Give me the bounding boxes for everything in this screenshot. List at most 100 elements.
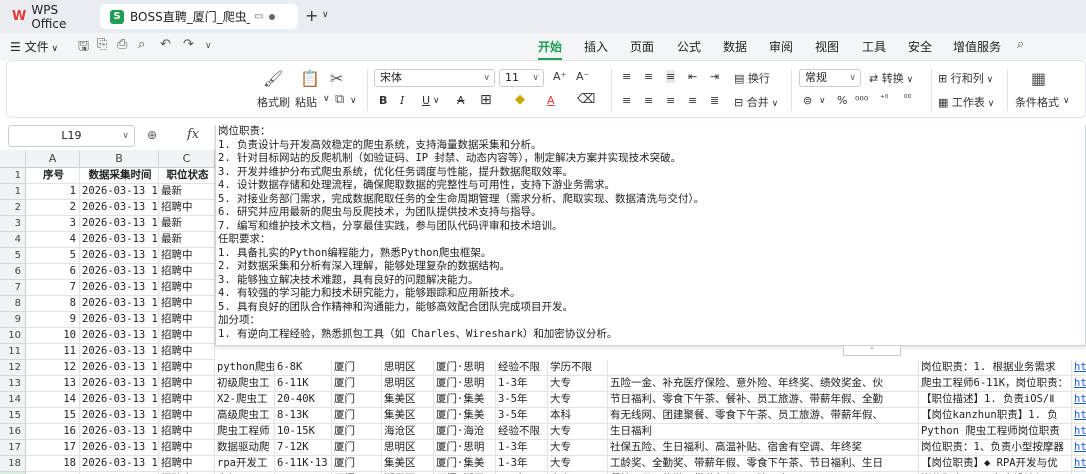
table-cell[interactable]: 招聘中 [159, 408, 215, 424]
tab-insert[interactable]: 插入 [584, 38, 608, 55]
table-cell[interactable]: python爬虫 [215, 360, 275, 376]
table-cell[interactable]: 大专 [548, 440, 608, 456]
row-header[interactable]: 16 [0, 424, 26, 440]
table-cell[interactable]: 【岗位kanzhun职责】1. 负 [919, 408, 1072, 424]
paste-icon[interactable]: 📋 [300, 69, 320, 88]
table-cell[interactable]: 3 [26, 216, 80, 232]
format-painter-icon[interactable]: 🖌 [263, 69, 283, 88]
formula-content-box[interactable]: 岗位职责： 1. 负责设计与开发高效稳定的爬虫系统，支持海量数据采集和分析。 2. … [215, 125, 1086, 346]
tab-page[interactable]: 页面 [630, 38, 654, 55]
table-cell[interactable]: 2026-03-13 1 [80, 440, 159, 456]
row-header[interactable]: 3 [0, 216, 26, 232]
table-cell[interactable]: 20-40K [275, 392, 332, 408]
table-cell[interactable]: 17 [26, 440, 80, 456]
table-cell[interactable]: 招聘中 [159, 248, 215, 264]
font-size-select[interactable]: 11 ∨ [499, 69, 544, 87]
table-cell[interactable]: 1-3年 [496, 440, 548, 456]
table-cell[interactable]: 厦门 [332, 440, 382, 456]
table-cell[interactable]: 大专 [548, 376, 608, 392]
fill-color-icon[interactable]: ◆ [515, 92, 525, 107]
file-menu[interactable]: ☰ 文件 ∨ [10, 38, 58, 55]
table-cell[interactable]: rpa开发工 [215, 456, 275, 472]
tab-home[interactable]: 开始 [538, 38, 563, 60]
table-cell[interactable]: 招聘中 [159, 312, 215, 328]
table-cell[interactable]: 招聘中 [159, 296, 215, 312]
chevron-down-icon[interactable]: ∨ [323, 94, 330, 104]
table-cell[interactable]: 最新 [159, 184, 215, 200]
wrap-button[interactable]: ▤ 换行 [734, 70, 770, 86]
table-cell[interactable]: 岗位职责：1、负责小型按摩器 [919, 440, 1072, 456]
chevron-down-icon[interactable]: ∨ [350, 96, 357, 106]
chevron-down-icon[interactable]: ∨ [819, 96, 826, 106]
table-cell[interactable]: 集美区 [382, 456, 434, 472]
justify-icon[interactable]: ≡ [688, 94, 697, 107]
table-cell[interactable]: 2 [26, 200, 80, 216]
table-cell[interactable]: 招聘中 [159, 376, 215, 392]
align-left-icon[interactable]: ≡ [622, 94, 631, 107]
table-cell[interactable]: htt [1072, 376, 1086, 392]
table-cell[interactable]: 11 [26, 344, 80, 360]
table-cell[interactable]: 14 [26, 392, 80, 408]
row-header[interactable]: 1 [0, 168, 26, 184]
table-cell[interactable]: X2-爬虫工 [215, 392, 275, 408]
table-cell[interactable]: 招聘中 [159, 264, 215, 280]
table-cell[interactable]: 4 [26, 232, 80, 248]
table-cell[interactable]: htt [1072, 424, 1086, 440]
font-color-icon[interactable]: A [547, 94, 555, 107]
unsaved-dot-icon[interactable] [269, 13, 276, 20]
tab-data[interactable]: 数据 [723, 38, 747, 55]
table-cell[interactable]: 2026-03-13 1 [80, 200, 159, 216]
tab-review[interactable]: 审阅 [769, 38, 793, 55]
table-cell[interactable]: 厦门·思明 [434, 440, 496, 456]
row-header[interactable]: 5 [0, 248, 26, 264]
table-cell[interactable]: 8 [26, 296, 80, 312]
table-cell[interactable]: 9 [26, 312, 80, 328]
table-cell[interactable]: 2026-03-13 1 [80, 408, 159, 424]
clear-format-icon[interactable]: ⌫ [577, 92, 595, 107]
table-cell[interactable]: 厦门 [332, 424, 382, 440]
table-cell[interactable]: 有无线网、团建聚餐、零食下午茶、员工旅游、带薪年假、 [608, 408, 919, 424]
table-cell[interactable]: 2026-03-13 1 [80, 456, 159, 472]
table-cell[interactable] [608, 360, 919, 376]
table-cell[interactable]: htt [1072, 440, 1086, 456]
table-cell[interactable]: 6-11K·13 [275, 456, 332, 472]
convert-button[interactable]: ⇄ 转换 ∨ [869, 70, 913, 86]
column-header-c[interactable]: C [159, 150, 215, 168]
table-cell[interactable]: 18 [26, 456, 80, 472]
save-icon[interactable]: 🖫 [78, 37, 89, 59]
table-cell[interactable]: 2026-03-13 1 [80, 312, 159, 328]
table-cell[interactable]: 爬虫工程师6-11K，岗位职责： [919, 376, 1072, 392]
row-header[interactable]: 13 [0, 376, 26, 392]
chevron-down-icon[interactable]: ∨ [205, 41, 212, 51]
align-bottom-icon[interactable]: ≡ [666, 70, 676, 83]
table-cell[interactable]: 6 [26, 264, 80, 280]
print-preview-icon[interactable]: ⌕ [138, 37, 145, 52]
function-icon[interactable]: fx [187, 127, 199, 142]
table-cell[interactable]: 生日福利 [608, 424, 919, 440]
undo-icon[interactable]: ↶ [160, 37, 171, 52]
row-header[interactable]: 12 [0, 360, 26, 376]
table-cell[interactable]: htt [1072, 360, 1086, 376]
table-cell[interactable]: 社保五险、生日福利、高温补贴、宿舍有空调、年终奖 [608, 440, 919, 456]
table-cell[interactable]: 2026-03-13 1 [80, 216, 159, 232]
table-cell[interactable]: 岗位职责：1. 根据业务需求 [919, 360, 1072, 376]
table-cell[interactable]: 6-11K [275, 376, 332, 392]
distribute-icon[interactable]: ≣ [710, 94, 719, 107]
table-cell[interactable]: 经验不限 [496, 360, 548, 376]
table-cell[interactable]: 海沧区 [382, 424, 434, 440]
table-cell[interactable]: 3-5年 [496, 392, 548, 408]
table-cell[interactable]: 学历不限 [548, 360, 608, 376]
table-cell[interactable]: Python 爬虫工程师岗位职责 [919, 424, 1072, 440]
new-tab-button[interactable]: + [305, 6, 318, 25]
table-cell[interactable]: 2026-03-13 1 [80, 344, 159, 360]
table-cell[interactable]: 招聘中 [159, 440, 215, 456]
align-right-icon[interactable]: ≡ [666, 94, 675, 107]
align-top-icon[interactable]: ≡ [622, 70, 631, 83]
table-cell[interactable]: 招聘中 [159, 200, 215, 216]
table-cell[interactable]: 最新 [159, 216, 215, 232]
table-cell[interactable]: 1-3年 [496, 376, 548, 392]
row-header[interactable]: 2 [0, 200, 26, 216]
tab-security[interactable]: 安全 [908, 38, 932, 55]
table-cell[interactable]: 16 [26, 424, 80, 440]
collapse-formula-icon[interactable]: ⌃ [843, 346, 901, 356]
